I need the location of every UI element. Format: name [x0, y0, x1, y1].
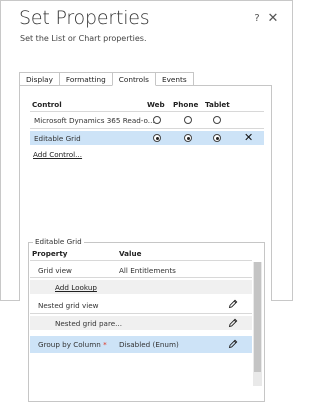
- question-mark-icon[interactable]: ?: [251, 13, 263, 25]
- tab-formatting[interactable]: Formatting: [58, 72, 113, 85]
- dialog-frame: Set Properties Set the List or Chart pro…: [0, 0, 293, 402]
- row-divider: [30, 277, 252, 278]
- column-header-phone: Phone: [173, 100, 199, 109]
- web-radio[interactable]: [153, 134, 161, 142]
- controls-panel: Control Web Phone Tablet Microsoft Dynam…: [19, 85, 272, 402]
- property-value: Disabled (Enum): [119, 340, 179, 349]
- pencil-icon[interactable]: [228, 339, 238, 349]
- tab-strip: Display Formatting Controls Events: [19, 72, 194, 86]
- property-name: Nested grid view: [38, 301, 99, 310]
- phone-radio[interactable]: [184, 134, 192, 142]
- property-name: Grid view: [38, 266, 72, 275]
- grid-scrollbar[interactable]: [253, 262, 262, 386]
- pencil-icon[interactable]: [228, 318, 238, 328]
- dialog-title: Set Properties: [19, 7, 150, 29]
- pencil-icon[interactable]: [228, 299, 238, 309]
- close-icon[interactable]: ✕: [267, 12, 279, 25]
- required-marker: *: [103, 340, 107, 349]
- tab-display[interactable]: Display: [19, 72, 60, 85]
- column-header-property: Property: [32, 249, 68, 258]
- grid-header-divider: [30, 260, 252, 261]
- web-radio[interactable]: [153, 116, 161, 124]
- column-header-tablet: Tablet: [205, 100, 230, 109]
- property-name: Nested grid pare...: [55, 319, 123, 328]
- add-lookup-link[interactable]: Add Lookup: [55, 283, 97, 292]
- property-row-selected[interactable]: Group by Column * Disabled (Enum): [30, 336, 252, 353]
- property-name: Group by Column *: [38, 340, 107, 349]
- add-control-link[interactable]: Add Control...: [33, 150, 82, 159]
- property-value: All Entitlements: [119, 266, 176, 275]
- column-header-web: Web: [147, 100, 165, 109]
- tab-events[interactable]: Events: [154, 72, 194, 85]
- phone-radio[interactable]: [184, 116, 192, 124]
- row-divider: [30, 128, 264, 129]
- control-name: Editable Grid: [34, 134, 81, 143]
- grid-scrollbar-thumb[interactable]: [254, 262, 261, 372]
- tablet-radio[interactable]: [213, 116, 221, 124]
- table-row-selected[interactable]: Editable Grid ✕: [30, 131, 264, 145]
- row-divider: [30, 313, 252, 314]
- control-name: Microsoft Dynamics 365 Read-o...: [34, 116, 155, 125]
- dialog-subtitle: Set the List or Chart properties.: [20, 34, 147, 43]
- property-row: Add Lookup: [30, 280, 252, 294]
- tablet-radio[interactable]: [213, 134, 221, 142]
- column-header-value: Value: [119, 249, 142, 258]
- editable-grid-legend: Editable Grid: [33, 237, 84, 246]
- tab-controls[interactable]: Controls: [111, 72, 156, 86]
- column-header-control: Control: [32, 100, 62, 109]
- remove-control-icon[interactable]: ✕: [244, 132, 253, 143]
- property-row[interactable]: Nested grid pare...: [30, 316, 252, 330]
- header-divider: [30, 111, 264, 112]
